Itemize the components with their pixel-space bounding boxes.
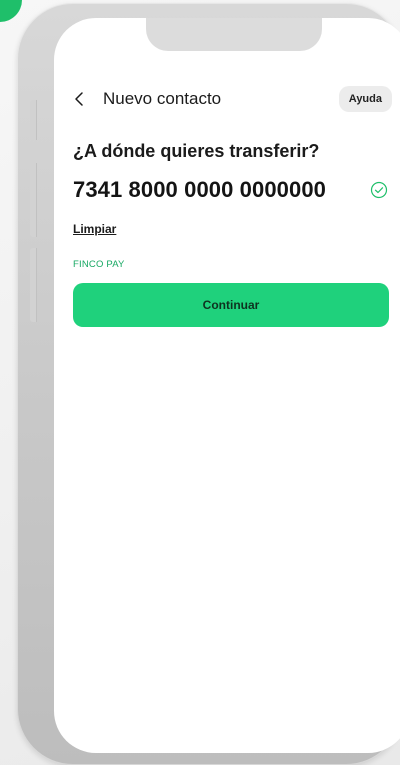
phone-screen: Nuevo contacto Ayuda ¿A dónde quieres tr… — [54, 18, 400, 753]
phone-side-button-volume-down — [30, 248, 37, 322]
chevron-left-icon[interactable] — [73, 88, 95, 110]
phone-frame: Nuevo contacto Ayuda ¿A dónde quieres tr… — [17, 3, 400, 765]
phone-side-button-volume-up — [30, 163, 37, 237]
phone-side-button-mute — [30, 100, 37, 140]
page-title: Nuevo contacto — [103, 89, 222, 108]
brand-corner-shape — [0, 0, 22, 22]
help-button[interactable]: Ayuda — [338, 86, 392, 112]
phone-notch — [146, 18, 322, 51]
continue-button[interactable]: Continuar — [73, 283, 389, 327]
account-number-value[interactable]: 7341 8000 0000 0000000 — [73, 177, 326, 203]
check-circle-icon — [370, 181, 388, 199]
bank-name-label: FINCO PAY — [73, 259, 125, 270]
top-bar: Nuevo contacto Ayuda — [73, 86, 392, 112]
account-number-field[interactable]: 7341 8000 0000 0000000 — [73, 176, 388, 204]
page-background: Nuevo contacto Ayuda ¿A dónde quieres tr… — [0, 0, 400, 765]
clear-link[interactable]: Limpiar — [73, 222, 116, 236]
transfer-question-heading: ¿A dónde quieres transferir? — [73, 141, 320, 161]
